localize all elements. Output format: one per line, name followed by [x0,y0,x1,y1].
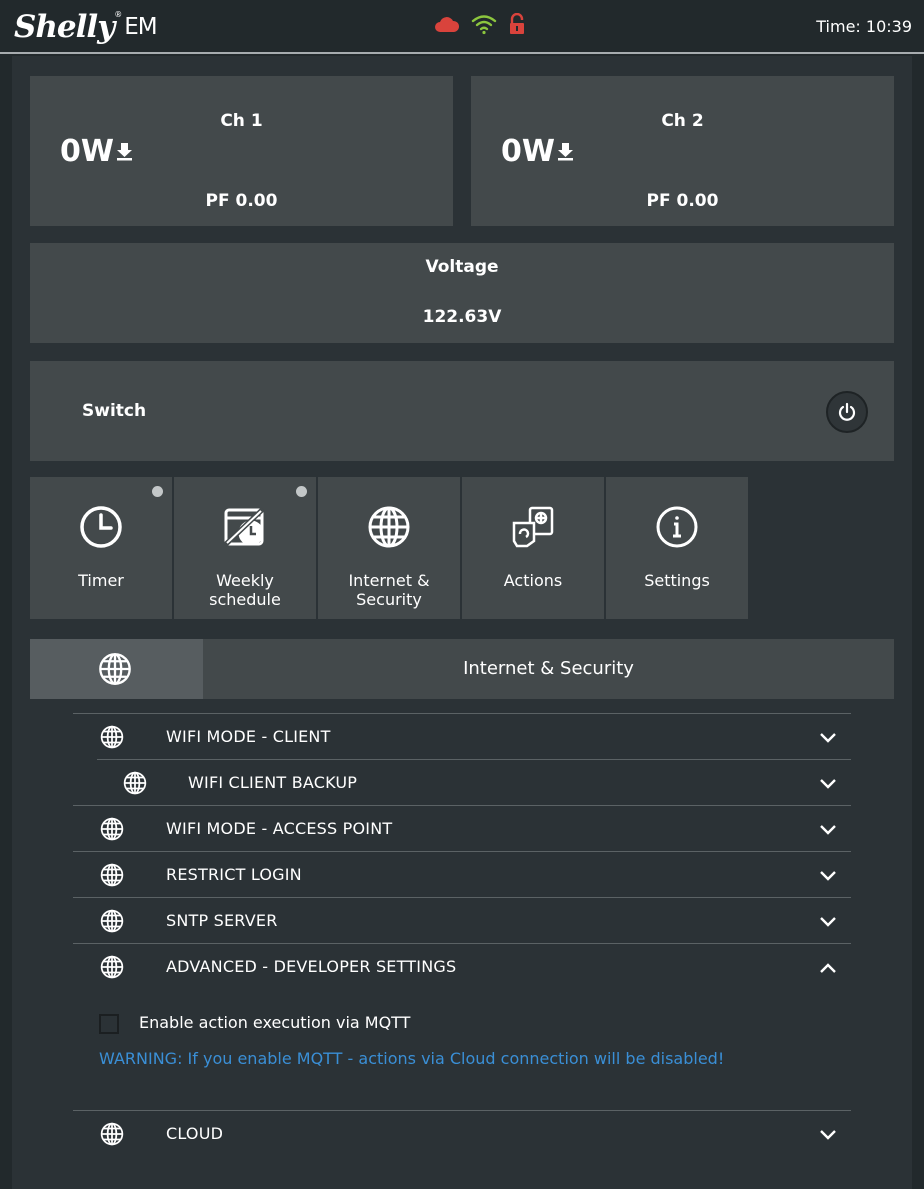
cloud-icon[interactable] [434,14,460,38]
internet-security-header: Internet & Security [30,639,894,699]
clock-icon [79,505,123,553]
logo-model: EM [124,14,157,40]
main-content: Ch 1 0W PF 0.00 Ch 2 0W PF 0.00 Voltage … [12,56,912,1189]
time-display: Time: 10:39 [816,17,912,36]
voltage-title: Voltage [425,257,499,277]
tile-timer[interactable]: Timer [30,477,172,619]
tile-internet-security-label: Internet & Security [348,571,430,609]
tile-settings-label: Settings [644,571,710,590]
chevron-down-icon[interactable] [819,821,837,840]
globe-icon [123,771,147,799]
tile-actions[interactable]: Actions [462,477,604,619]
section-icon-box [30,639,203,699]
row-wifi-mode-access-point[interactable]: WIFI MODE - ACCESS POINT [73,805,851,851]
tile-weekly-schedule[interactable]: Weekly schedule [174,477,316,619]
tile-timer-indicator [152,486,163,497]
logo-script: Shelly [14,9,115,45]
channel-2-title: Ch 2 [661,111,704,131]
channel-1-card[interactable]: Ch 1 0W PF 0.00 [30,76,453,226]
voltage-card: Voltage 122.63V [30,243,894,343]
globe-icon [100,725,124,753]
tile-weekly-schedule-indicator [296,486,307,497]
chevron-down-icon[interactable] [819,867,837,886]
tile-timer-label: Timer [78,571,124,590]
download-arrow-icon [557,134,574,169]
shelly-em-logo: Shelly ® EM [14,8,158,48]
channel-2-power-factor: PF 0.00 [646,191,719,211]
tile-weekly-schedule-label: Weekly schedule [209,571,281,609]
lock-open-icon[interactable] [508,12,526,39]
mqtt-checkbox-label: Enable action execution via MQTT [139,1013,411,1032]
chevron-down-icon[interactable] [819,1126,837,1145]
switch-label: Switch [82,401,147,421]
info-icon [655,505,699,553]
power-toggle-button[interactable] [826,391,868,433]
globe-icon [98,652,132,690]
weekly-schedule-icon [223,505,267,553]
channel-1-power-value: 0W [60,134,114,169]
globe-icon [367,505,411,553]
actions-icon [511,505,555,553]
row-label: CLOUD [166,1124,224,1143]
row-label: WIFI CLIENT BACKUP [188,773,358,792]
globe-icon [100,909,124,937]
row-label: WIFI MODE - CLIENT [166,727,331,746]
row-wifi-mode-client[interactable]: WIFI MODE - CLIENT [73,713,851,759]
globe-icon [100,817,124,845]
power-icon [837,402,857,426]
status-icons [434,12,526,39]
mqtt-warning-text: WARNING: If you enable MQTT - actions vi… [99,1049,725,1068]
channel-2-card[interactable]: Ch 2 0W PF 0.00 [471,76,894,226]
top-bar: Shelly ® EM Time: 10:39 [0,0,924,54]
row-cloud[interactable]: CLOUD [73,1110,851,1156]
row-advanced-developer-settings[interactable]: ADVANCED - DEVELOPER SETTINGS [73,943,851,989]
chevron-down-icon[interactable] [819,729,837,748]
row-label: WIFI MODE - ACCESS POINT [166,819,393,838]
channel-1-power-factor: PF 0.00 [205,191,278,211]
tile-actions-label: Actions [503,571,563,590]
chevron-down-icon[interactable] [819,775,837,794]
tile-internet-security[interactable]: Internet & Security [318,477,460,619]
globe-icon [100,863,124,891]
channel-1-title: Ch 1 [220,111,263,131]
row-wifi-client-backup[interactable]: WIFI CLIENT BACKUP [97,759,851,805]
switch-card: Switch [30,361,894,461]
row-label: SNTP SERVER [166,911,278,930]
row-restrict-login[interactable]: RESTRICT LOGIN [73,851,851,897]
channel-1-power: 0W [60,134,133,169]
channel-2-power-value: 0W [501,134,555,169]
voltage-value: 122.63V [422,307,502,327]
tile-settings[interactable]: Settings [606,477,748,619]
globe-icon [100,955,124,983]
chevron-up-icon[interactable] [819,959,837,978]
wifi-icon[interactable] [471,13,497,39]
channel-2-power: 0W [501,134,574,169]
row-sntp-server[interactable]: SNTP SERVER [73,897,851,943]
download-arrow-icon [116,134,133,169]
globe-icon [100,1122,124,1150]
logo-registered-mark: ® [114,10,123,19]
row-label: RESTRICT LOGIN [166,865,302,884]
chevron-down-icon[interactable] [819,913,837,932]
section-title: Internet & Security [463,658,634,679]
row-label: ADVANCED - DEVELOPER SETTINGS [166,957,457,976]
mqtt-checkbox[interactable] [99,1014,119,1034]
